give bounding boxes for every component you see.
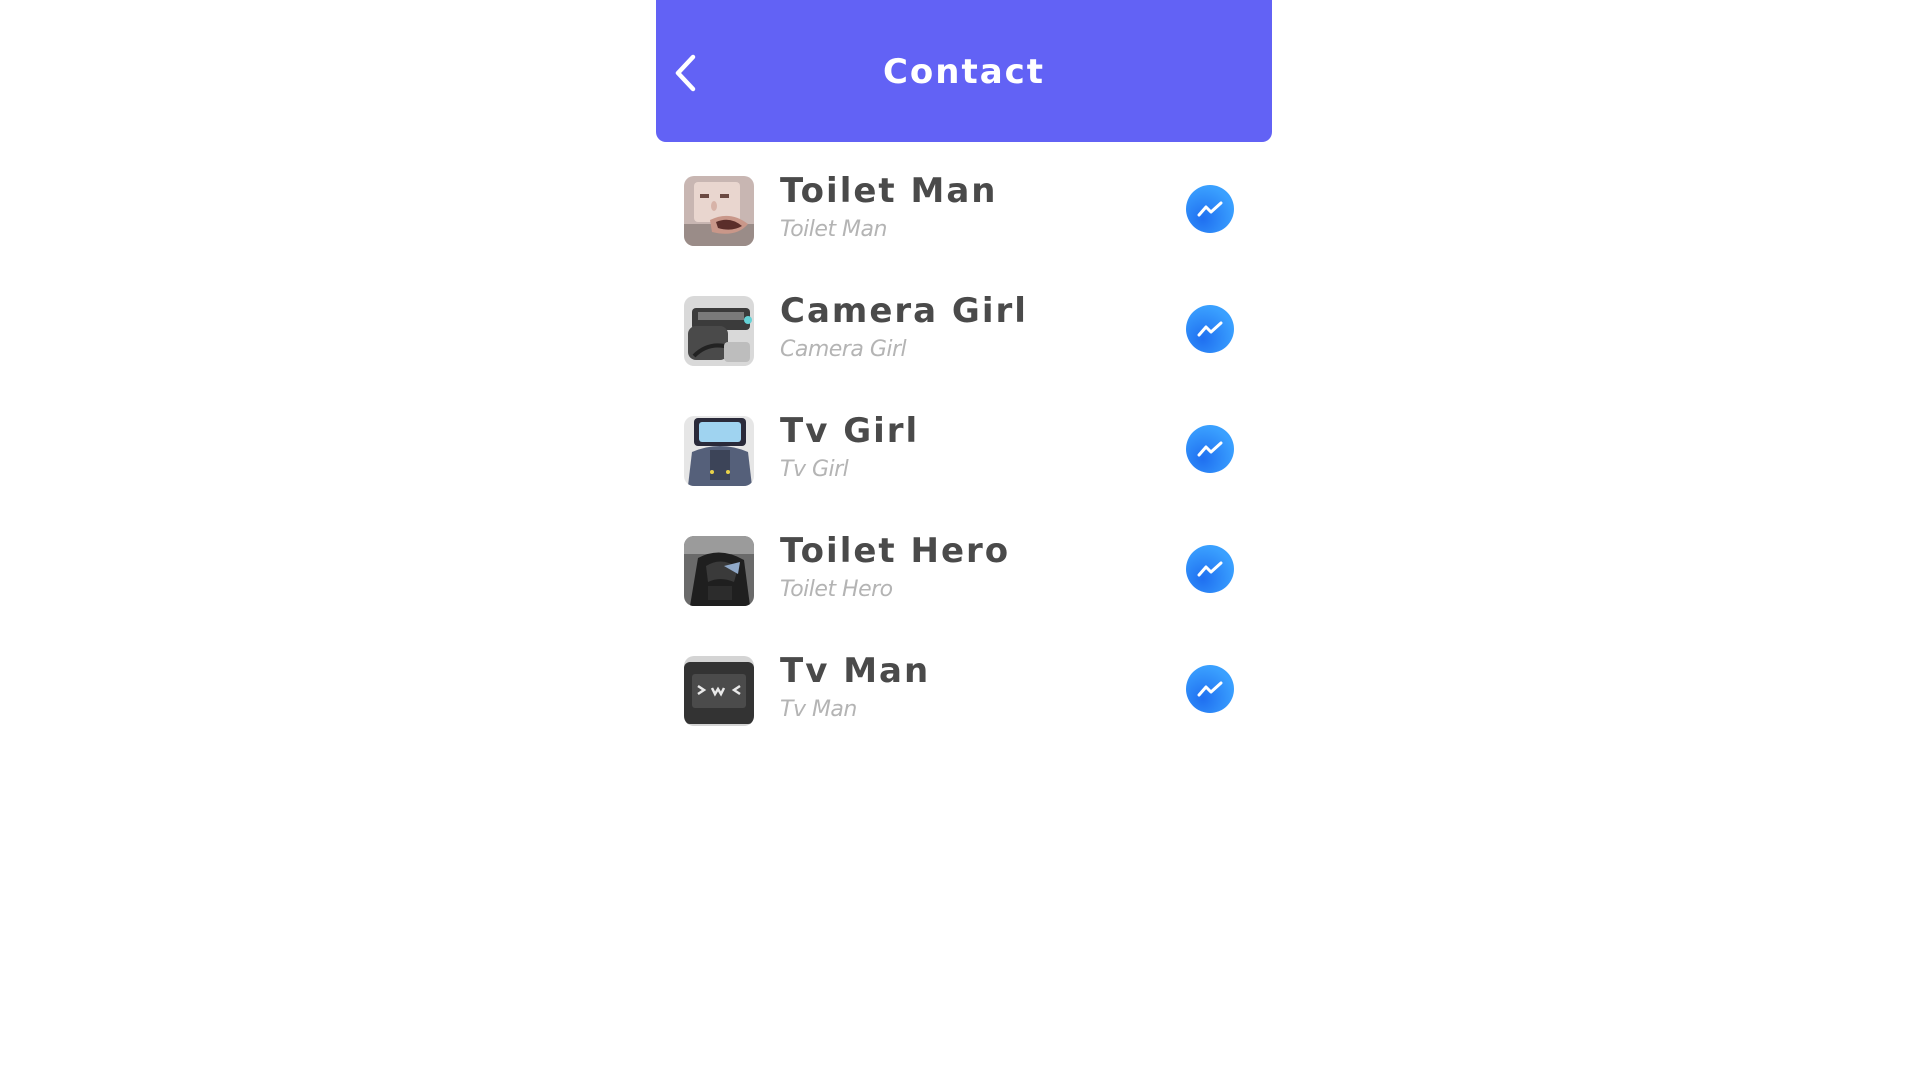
messenger-button[interactable] bbox=[1186, 545, 1234, 593]
contact-name: Toilet Hero bbox=[780, 531, 1011, 571]
contact-name: Tv Man bbox=[780, 651, 931, 691]
messenger-icon bbox=[1197, 321, 1223, 337]
contact-subtitle: Toilet Hero bbox=[780, 577, 893, 602]
messenger-button[interactable] bbox=[1186, 425, 1234, 473]
contact-name: Toilet Man bbox=[780, 171, 998, 211]
avatar bbox=[684, 536, 754, 606]
messenger-icon bbox=[1197, 441, 1223, 457]
app-header: Contact bbox=[656, 0, 1272, 142]
list-item[interactable]: Toilet Man Toilet Man bbox=[656, 142, 1272, 262]
contact-name: Tv Girl bbox=[780, 411, 920, 451]
avatar bbox=[684, 656, 754, 726]
avatar bbox=[684, 296, 754, 366]
contact-name: Camera Girl bbox=[780, 291, 1028, 331]
contact-subtitle: Toilet Man bbox=[780, 217, 887, 242]
contact-subtitle: Tv Man bbox=[780, 697, 857, 722]
messenger-icon bbox=[1197, 681, 1223, 697]
messenger-icon bbox=[1197, 561, 1223, 577]
list-item[interactable]: Toilet Hero Toilet Hero bbox=[656, 502, 1272, 622]
page-title: Contact bbox=[882, 52, 1046, 92]
list-item[interactable]: Tv Man Tv Man bbox=[656, 622, 1272, 742]
contact-screen: Contact Toilet Man Toilet Man Camera Gir… bbox=[656, 0, 1272, 1080]
contact-subtitle: Tv Girl bbox=[780, 457, 849, 482]
list-item[interactable]: Camera Girl Camera Girl bbox=[656, 262, 1272, 382]
messenger-button[interactable] bbox=[1186, 665, 1234, 713]
contact-subtitle: Camera Girl bbox=[780, 337, 907, 362]
messenger-button[interactable] bbox=[1186, 305, 1234, 353]
messenger-button[interactable] bbox=[1186, 185, 1234, 233]
avatar bbox=[684, 176, 754, 246]
avatar bbox=[684, 416, 754, 486]
list-item[interactable]: Tv Girl Tv Girl bbox=[656, 382, 1272, 502]
messenger-icon bbox=[1197, 201, 1223, 217]
